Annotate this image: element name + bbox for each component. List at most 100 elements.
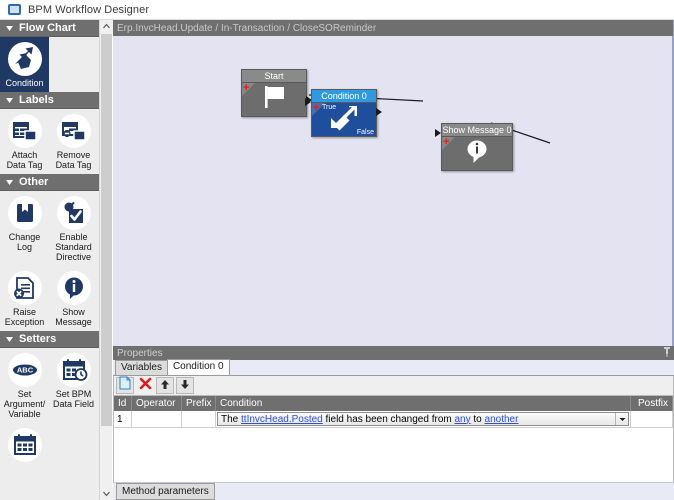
column-header-operator[interactable]: Operator xyxy=(132,396,182,411)
node-start[interactable]: Start + xyxy=(241,69,312,117)
cell-condition[interactable]: The ttInvcHead.Posted field has been cha… xyxy=(216,411,631,428)
grid-header-row: Id Operator Prefix Condition Postfix xyxy=(114,396,673,411)
svg-text:ABC: ABC xyxy=(16,366,33,375)
sidebar-item-label: Set BPM Data Field xyxy=(52,389,95,409)
enable-standard-directive-icon xyxy=(56,196,91,230)
properties-title: Properties xyxy=(117,347,163,359)
change-log-icon xyxy=(7,196,42,230)
chevron-down-icon[interactable] xyxy=(615,413,628,425)
sidebar-item-label: Set Argument/ Variable xyxy=(3,389,46,419)
attach-data-tag-icon xyxy=(7,114,42,148)
chevron-down-icon[interactable] xyxy=(100,487,113,500)
sidebar-group-body-other: Change Log Enable Standard Directive Rai… xyxy=(0,191,99,331)
new-row-button[interactable] xyxy=(116,376,134,395)
arrow-down-icon xyxy=(180,377,190,395)
column-header-postfix[interactable]: Postfix xyxy=(631,396,673,411)
tab-condition-0[interactable]: Condition 0 xyxy=(166,359,230,375)
title-bar: BPM Workflow Designer xyxy=(0,0,674,20)
condition-link-to[interactable]: another xyxy=(485,414,519,425)
delete-row-button[interactable] xyxy=(136,377,154,394)
node-body: + xyxy=(442,137,512,170)
sidebar-item-attach-data-tag[interactable]: Attach Data Tag xyxy=(0,109,49,174)
node-body: + xyxy=(242,83,306,116)
add-badge-icon[interactable]: + xyxy=(313,103,319,114)
sidebar-group-header-flow-chart[interactable]: Flow Chart xyxy=(0,20,99,37)
node-input-port[interactable] xyxy=(305,98,311,106)
node-show-message-0[interactable]: Show Message 0 + xyxy=(435,123,513,171)
sidebar-item-label: Attach Data Tag xyxy=(6,150,43,170)
sidebar-group-label: Flow Chart xyxy=(19,22,76,34)
properties-title-bar: Properties xyxy=(113,346,674,360)
node-input-port[interactable] xyxy=(435,129,441,137)
add-badge-icon[interactable]: + xyxy=(443,137,449,148)
cell-operator[interactable] xyxy=(132,411,182,428)
bpm-workflow-designer-window: BPM Workflow Designer Flow Chart Conditi… xyxy=(0,0,674,500)
conditions-grid[interactable]: Id Operator Prefix Condition Postfix 1 T… xyxy=(113,396,674,488)
sidebar-item-condition[interactable]: Condition xyxy=(0,37,49,92)
column-header-condition[interactable]: Condition xyxy=(216,396,631,411)
window-icon xyxy=(8,4,21,15)
chevron-down-icon xyxy=(3,94,16,107)
node-title: Condition 0 xyxy=(312,90,376,103)
workflow-canvas[interactable]: Start + Condition 0 + True False Show Me… xyxy=(113,36,674,346)
sidebar-item-set-bpm-data-field[interactable]: Set BPM Data Field xyxy=(49,348,98,423)
column-header-prefix[interactable]: Prefix xyxy=(182,396,216,411)
sidebar-group-label: Setters xyxy=(19,333,57,345)
sidebar-scrollbar[interactable] xyxy=(99,20,113,500)
show-message-icon xyxy=(56,271,91,305)
move-down-button[interactable] xyxy=(176,377,194,394)
red-x-icon xyxy=(139,377,152,395)
sidebar-group-header-setters[interactable]: Setters xyxy=(0,331,99,348)
node-true-label: True xyxy=(322,104,337,111)
move-up-button[interactable] xyxy=(156,377,174,394)
condition-part-4: to xyxy=(470,413,485,425)
condition-link-field[interactable]: ttInvcHead.Posted xyxy=(241,414,323,425)
sidebar-group-header-labels[interactable]: Labels xyxy=(0,92,99,109)
sidebar-item-flowchart-empty xyxy=(49,37,98,92)
cell-prefix[interactable] xyxy=(182,411,216,428)
new-document-icon xyxy=(119,376,131,395)
raise-exception-icon xyxy=(7,271,42,305)
footer-tab-method-parameters[interactable]: Method parameters xyxy=(116,483,215,500)
table-row[interactable]: 1 The ttInvcHead.Posted field has been c… xyxy=(114,411,673,428)
node-condition-0[interactable]: Condition 0 + True False xyxy=(305,89,382,137)
sidebar-group-header-other[interactable]: Other xyxy=(0,174,99,191)
node-false-label: False xyxy=(356,129,374,136)
sidebar-item-change-log[interactable]: Change Log xyxy=(0,191,49,266)
breadcrumb: Erp.InvcHead.Update / In-Transaction / C… xyxy=(113,20,674,36)
arrow-up-icon xyxy=(160,377,170,395)
column-header-id[interactable]: Id xyxy=(114,396,132,411)
properties-tabstrip[interactable]: Variables Condition 0 xyxy=(113,359,674,376)
sidebar-group-body-setters: ABC Set Argument/ Variable Set BPM Data … xyxy=(0,348,99,468)
toolbox-sidebar[interactable]: Flow Chart Condition Labels Attach Data … xyxy=(0,20,99,500)
sidebar-item-set-field[interactable] xyxy=(0,423,49,468)
cell-postfix[interactable] xyxy=(631,411,673,428)
sidebar-item-remove-data-tag[interactable]: Remove Data Tag xyxy=(49,109,98,174)
properties-footer: Method parameters xyxy=(113,482,674,500)
grid-toolbar[interactable] xyxy=(113,376,674,396)
chevron-down-icon xyxy=(3,333,16,346)
sidebar-group-label: Labels xyxy=(19,94,54,106)
window-title: BPM Workflow Designer xyxy=(28,3,150,16)
sidebar-item-set-argument-variable[interactable]: ABC Set Argument/ Variable xyxy=(0,348,49,423)
condition-editor[interactable]: The ttInvcHead.Posted field has been cha… xyxy=(217,412,629,426)
remove-data-tag-icon xyxy=(56,114,91,148)
chevron-down-icon xyxy=(3,22,16,35)
scrollbar-thumb[interactable] xyxy=(101,34,112,426)
chevron-down-icon xyxy=(3,176,16,189)
sidebar-group-label: Other xyxy=(19,176,49,188)
sidebar-item-enable-standard-directive[interactable]: Enable Standard Directive xyxy=(49,191,98,266)
condition-link-from[interactable]: any xyxy=(455,414,471,425)
condition-text: The ttInvcHead.Posted field has been cha… xyxy=(221,414,518,425)
condition-part-0: The xyxy=(221,413,242,425)
sidebar-group-body-flow-chart: Condition xyxy=(0,37,99,92)
sidebar-item-raise-exception[interactable]: Raise Exception xyxy=(0,266,49,331)
tab-variables[interactable]: Variables xyxy=(115,360,168,375)
node-output-port[interactable] xyxy=(376,108,382,116)
chevron-up-icon[interactable] xyxy=(100,20,113,33)
add-badge-icon[interactable]: + xyxy=(243,83,249,94)
pin-icon[interactable] xyxy=(663,346,671,360)
condition-icon xyxy=(7,42,42,76)
sidebar-item-label: Remove Data Tag xyxy=(55,150,92,170)
sidebar-item-show-message[interactable]: Show Message xyxy=(49,266,98,331)
